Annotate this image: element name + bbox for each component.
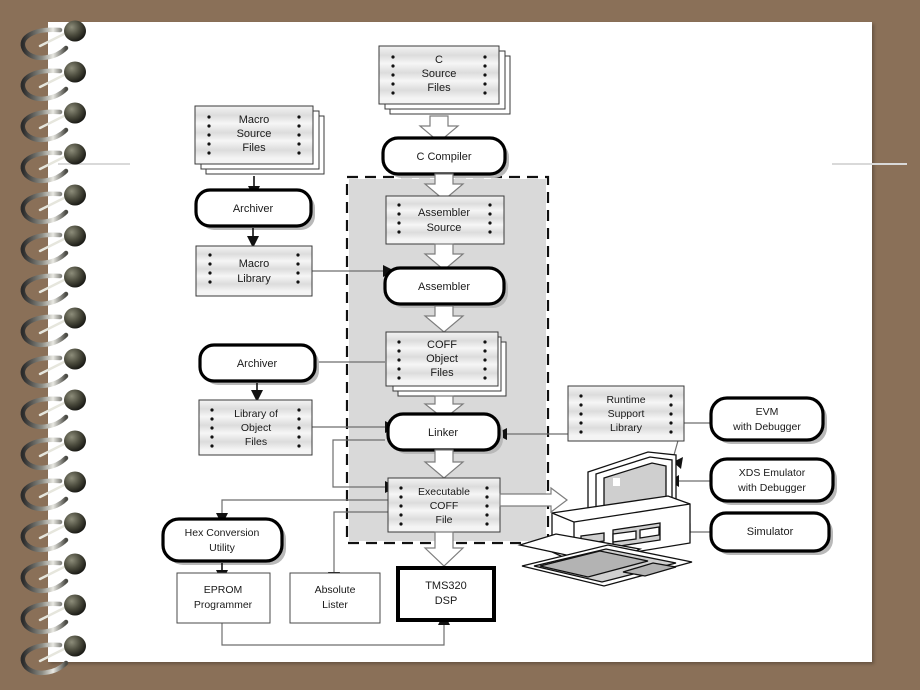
label-eprom-programmer-2: Programmer xyxy=(194,599,253,611)
label-tms320-dsp-1: TMS320 xyxy=(425,580,467,592)
node-linker: Linker xyxy=(386,412,503,454)
node-runtime-support-library: Runtime Support Library xyxy=(567,385,685,442)
label-executable-coff-file-1: Executable xyxy=(418,486,470,498)
label-macro-library-2: Library xyxy=(237,273,271,285)
label-library-of-object-files-3: Files xyxy=(245,436,267,448)
label-macro-source-files-2: Source xyxy=(237,128,272,140)
label-c-source-files-2: Source xyxy=(422,68,457,80)
label-c-source-files-3: Files xyxy=(427,82,451,94)
node-assembler-source: Assembler Source xyxy=(385,195,505,245)
label-executable-coff-file-3: File xyxy=(436,514,453,526)
node-evm-with-debugger: EVM with Debugger xyxy=(709,396,827,444)
node-tms320-dsp: TMS320 DSP xyxy=(396,566,496,622)
label-coff-object-files-3: Files xyxy=(430,367,454,379)
node-c-compiler: C Compiler xyxy=(381,136,509,178)
node-eprom-programmer: EPROM Programmer xyxy=(176,572,271,624)
node-executable-coff-file: Executable COFF File xyxy=(387,477,501,533)
label-hex-conversion-utility-2: Utility xyxy=(209,542,235,554)
node-c-source-files: C Source Files xyxy=(378,45,511,115)
label-macro-source-files-3: Files xyxy=(242,142,266,154)
node-coff-object-files: COFF Object Files xyxy=(385,331,507,397)
label-archiver-bottom: Archiver xyxy=(237,358,278,370)
label-c-source-files-1: C xyxy=(435,54,443,66)
node-absolute-lister: Absolute Lister xyxy=(289,572,381,624)
node-archiver-top: Archiver xyxy=(194,188,315,230)
label-assembler: Assembler xyxy=(418,281,470,293)
label-simulator: Simulator xyxy=(747,526,794,538)
arrow-archiver-to-macro-library xyxy=(247,228,259,248)
node-hex-conversion-utility: Hex Conversion Utility xyxy=(161,517,286,565)
label-archiver-top: Archiver xyxy=(233,203,274,215)
label-runtime-support-library-2: Support xyxy=(608,408,645,420)
label-tms320-dsp-2: DSP xyxy=(435,595,458,607)
label-evm-with-debugger-2: with Debugger xyxy=(732,421,801,433)
node-macro-source-files: Macro Source Files xyxy=(194,105,325,175)
node-archiver-bottom: Archiver xyxy=(198,343,319,385)
node-assembler: Assembler xyxy=(383,266,508,308)
label-evm-with-debugger-1: EVM xyxy=(756,406,779,418)
node-library-of-object-files: Library of Object Files xyxy=(198,399,313,456)
label-runtime-support-library-3: Library xyxy=(610,422,643,434)
label-hex-conversion-utility-1: Hex Conversion xyxy=(185,527,260,539)
node-simulator: Simulator xyxy=(709,511,833,555)
label-linker: Linker xyxy=(428,427,458,439)
label-assembler-source-2: Source xyxy=(427,222,462,234)
label-assembler-source-1: Assembler xyxy=(418,207,470,219)
label-coff-object-files-1: COFF xyxy=(427,339,457,351)
label-library-of-object-files-1: Library of xyxy=(234,408,278,420)
node-xds-emulator-with-debugger: XDS Emulator with Debugger xyxy=(709,457,837,505)
label-eprom-programmer-1: EPROM xyxy=(204,584,243,596)
label-coff-object-files-2: Object xyxy=(426,353,458,365)
label-runtime-support-library-1: Runtime xyxy=(606,394,645,406)
label-executable-coff-file-2: COFF xyxy=(430,500,459,512)
label-xds-emulator-1: XDS Emulator xyxy=(739,467,806,479)
dsp-flow-diagram: Macro Source Files Archiver Macro Librar… xyxy=(161,45,837,646)
label-macro-library-1: Macro xyxy=(239,258,270,270)
label-c-compiler: C Compiler xyxy=(416,151,471,163)
label-xds-emulator-2: with Debugger xyxy=(737,482,806,494)
label-absolute-lister-2: Lister xyxy=(322,599,348,611)
slide-root: Macro Source Files Archiver Macro Librar… xyxy=(0,0,920,690)
label-absolute-lister-1: Absolute xyxy=(315,584,356,596)
arrow-archiver-to-library-of-object-files xyxy=(251,383,263,402)
node-macro-library: Macro Library xyxy=(195,245,313,297)
label-library-of-object-files-2: Object xyxy=(241,422,271,434)
label-macro-source-files-1: Macro xyxy=(239,114,270,126)
